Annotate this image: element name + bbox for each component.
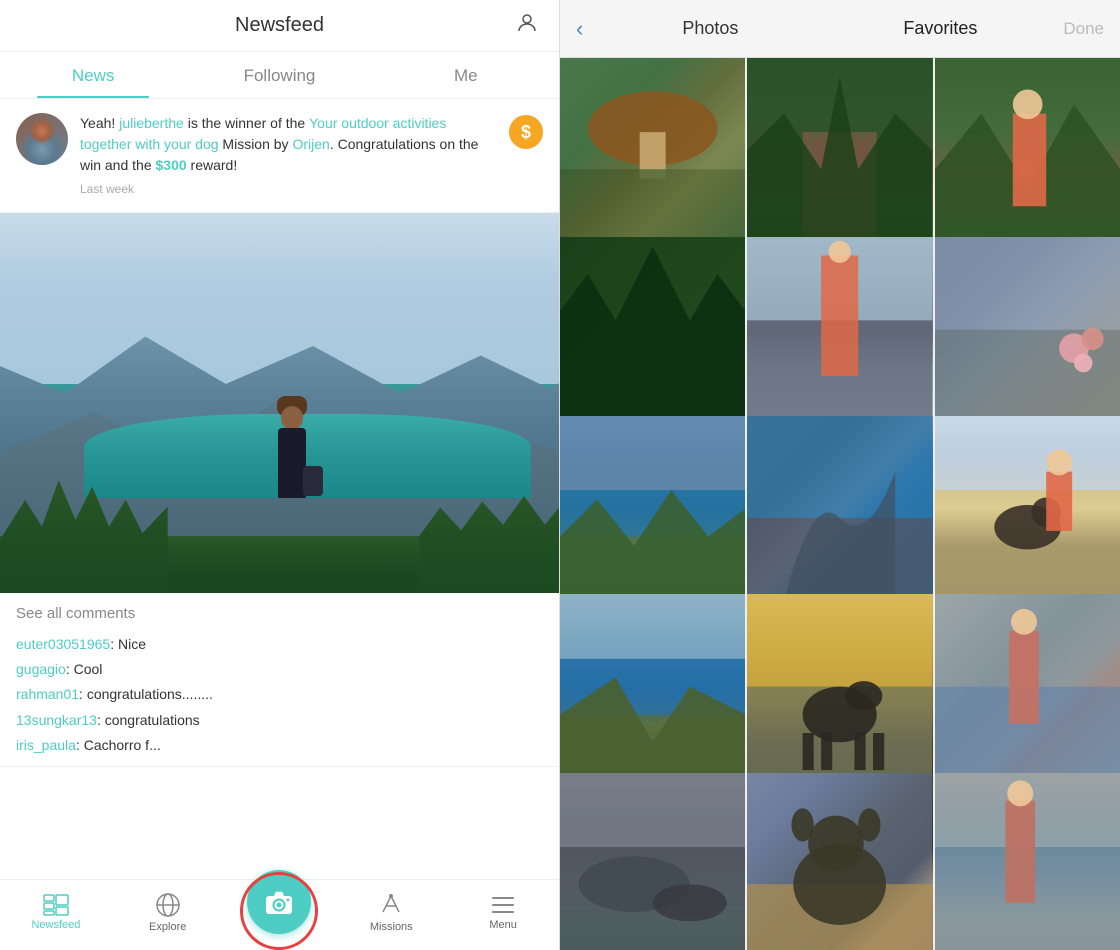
right-tab-bar: Photos Favorites	[595, 14, 1055, 43]
photo-1[interactable]	[560, 58, 745, 243]
bottom-nav: Newsfeed Explore	[0, 879, 559, 950]
comment-4: 13sungkar13: congratulations	[16, 708, 543, 733]
post-image	[0, 213, 559, 593]
photo-2[interactable]	[747, 58, 932, 243]
page-title: Newsfeed	[235, 14, 324, 37]
nav-newsfeed-label: Newsfeed	[31, 919, 80, 931]
photo-9[interactable]	[935, 416, 1120, 601]
photo-grid	[560, 58, 1120, 950]
back-button[interactable]: ‹	[576, 16, 583, 42]
right-header: ‹ Photos Favorites Done	[560, 0, 1120, 58]
tab-favorites[interactable]: Favorites	[825, 14, 1055, 43]
photo-11[interactable]	[747, 594, 932, 779]
tab-bar: News Following Me	[0, 52, 559, 99]
nav-menu[interactable]: Menu	[447, 894, 559, 931]
nav-camera[interactable]	[224, 890, 336, 934]
photo-8[interactable]	[747, 416, 932, 601]
photo-13[interactable]	[560, 773, 745, 950]
comment-2: gugagio: Cool	[16, 657, 543, 682]
avatar	[16, 113, 68, 165]
tab-me[interactable]: Me	[373, 52, 559, 98]
photo-3[interactable]	[935, 58, 1120, 243]
nav-menu-label: Menu	[489, 919, 517, 931]
notification-text: Yeah! julieberthe is the winner of the Y…	[80, 113, 497, 198]
photo-14[interactable]	[747, 773, 932, 950]
photo-15[interactable]	[935, 773, 1120, 950]
content-scroll: Yeah! julieberthe is the winner of the Y…	[0, 99, 559, 879]
photo-7[interactable]	[560, 416, 745, 601]
notification-card: Yeah! julieberthe is the winner of the Y…	[0, 99, 559, 213]
comment-1: euter03051965: Nice	[16, 632, 543, 657]
post-actions: See all comments euter03051965: Nice gug…	[0, 593, 559, 767]
photo-12[interactable]	[935, 594, 1120, 779]
profile-icon[interactable]	[515, 11, 539, 41]
camera-button[interactable]	[247, 870, 311, 934]
tab-photos[interactable]: Photos	[595, 14, 825, 43]
nav-newsfeed[interactable]: Newsfeed	[0, 894, 112, 931]
tab-news[interactable]: News	[0, 52, 186, 98]
nav-missions-label: Missions	[370, 921, 413, 933]
right-panel: ‹ Photos Favorites Done	[560, 0, 1120, 950]
nav-explore-label: Explore	[149, 921, 186, 933]
photo-5[interactable]	[747, 237, 932, 422]
left-panel: Newsfeed News Following Me Yeah! juliebe…	[0, 0, 560, 950]
comment-3: rahman01: congratulations........	[16, 682, 543, 707]
comment-5: iris_paula: Cachorro f...	[16, 733, 543, 758]
photo-10[interactable]	[560, 594, 745, 779]
see-all-comments[interactable]: See all comments	[16, 605, 543, 632]
nav-explore[interactable]: Explore	[112, 892, 224, 933]
photo-6[interactable]	[935, 237, 1120, 422]
nav-missions[interactable]: Missions	[335, 892, 447, 933]
done-button[interactable]: Done	[1063, 19, 1104, 39]
notification-time: Last week	[80, 180, 497, 198]
coin-icon: $	[509, 115, 543, 149]
header: Newsfeed	[0, 0, 559, 52]
tab-following[interactable]: Following	[186, 52, 372, 98]
photo-4[interactable]	[560, 237, 745, 422]
